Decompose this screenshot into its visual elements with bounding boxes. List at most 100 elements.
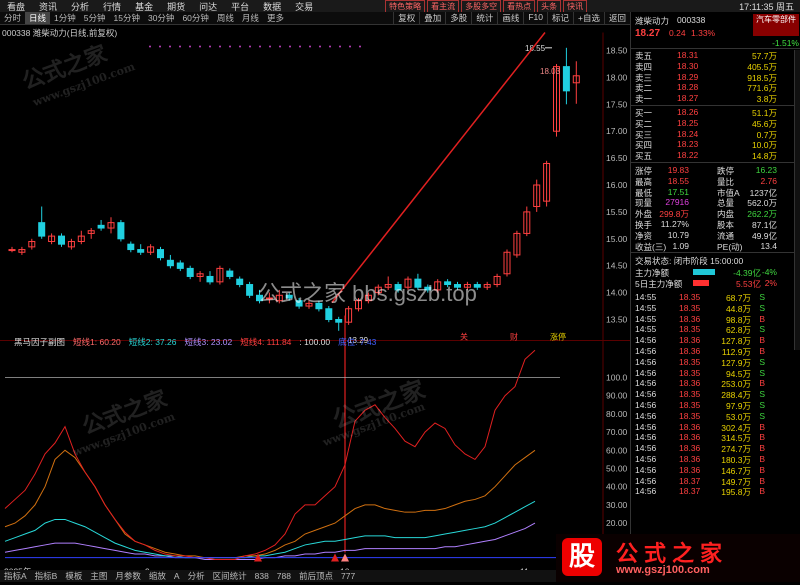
chart-tool-8[interactable]: 返回 <box>603 12 630 24</box>
tick-time: 14:56 <box>635 378 657 389</box>
clock: 17:11:35 周五 <box>739 1 794 12</box>
tick-row: 14:56 18.36 112.9万 B <box>631 346 800 357</box>
quote-scrollbar[interactable] <box>794 50 800 350</box>
bottom-item-10[interactable]: 788 <box>273 571 295 581</box>
indicator-value-4: 短线4: 111.84 <box>240 337 292 347</box>
bottom-item-6[interactable]: A <box>170 571 184 581</box>
indicator-axis-label: 50.00 <box>606 464 628 474</box>
tick-side: S <box>759 410 765 421</box>
tick-row: 14:56 18.36 127.8万 B <box>631 335 800 346</box>
bid-label: 买五 <box>635 151 653 162</box>
bid-price: 18.25 <box>677 117 699 128</box>
menu-item-3[interactable]: 行情 <box>96 0 128 13</box>
stat-row: 最低 17.51 市值A 1237亿 <box>631 187 800 198</box>
period-tab-3[interactable]: 5分钟 <box>80 12 110 24</box>
signal-dot <box>329 45 331 48</box>
signal-dot <box>189 45 191 48</box>
sector-pct: -1.51% <box>772 38 799 48</box>
candle-body <box>454 284 461 288</box>
tick-time: 14:56 <box>635 421 657 432</box>
tick-list[interactable]: 14:55 18.35 68.7万 S 14:55 18.35 44.8万 S 14:55 18.… <box>631 292 800 558</box>
candle-body <box>562 66 570 92</box>
chart-tool-4[interactable]: 画线 <box>497 12 523 24</box>
tick-side: B <box>759 464 765 475</box>
chart-tool-0[interactable]: 复权 <box>393 12 419 24</box>
period-tab-7[interactable]: 周线 <box>213 12 238 24</box>
trade-status-text: 交易状态: 闭市阶段 15:00:00 <box>635 256 744 267</box>
period-tab-9[interactable]: 更多 <box>263 12 288 24</box>
chart-tool-2[interactable]: 多股 <box>445 12 471 24</box>
tick-side: B <box>759 313 765 324</box>
ask-price: 18.31 <box>677 50 699 60</box>
menu-chip-4[interactable]: 头条 <box>537 0 562 13</box>
kline-chart[interactable]: 18.50 18.00 17.50 17.00 16.50 16.00 15.50 15.00… <box>0 25 630 585</box>
bottom-item-0[interactable]: 指标A <box>0 570 31 582</box>
tick-side: B <box>759 346 765 356</box>
menu-chip-5[interactable]: 快讯 <box>563 0 588 13</box>
ask-row: 卖四 18.30 405.5万 <box>631 61 800 72</box>
menu-item-0[interactable]: 看盘 <box>0 0 32 13</box>
menu-chip-0[interactable]: 特色策略 <box>385 0 426 13</box>
tick-side: S <box>759 367 765 378</box>
sector-badge[interactable]: 汽车零部件 <box>753 14 799 36</box>
tick-side: B <box>759 475 765 486</box>
bottom-item-11[interactable]: 前后顶点 <box>295 570 337 582</box>
chart-tool-5[interactable]: F10 <box>523 12 547 24</box>
tick-price: 18.36 <box>679 443 701 454</box>
bottom-item-3[interactable]: 主图 <box>86 570 111 582</box>
menu-chip-2[interactable]: 多股多空 <box>461 0 502 13</box>
ask-price: 18.28 <box>677 82 699 93</box>
period-tab-0[interactable]: 分时 <box>0 12 25 24</box>
ask-row: 卖一 18.27 3.8万 <box>631 93 800 104</box>
candle-body <box>8 249 16 252</box>
bid-row: 买五 18.22 14.8万 <box>631 150 800 161</box>
bottom-item-7[interactable]: 分析 <box>184 570 209 582</box>
menu-item-4[interactable]: 基金 <box>128 0 160 13</box>
bottom-item-12[interactable]: 777 <box>337 571 359 581</box>
tick-time: 14:56 <box>635 454 657 464</box>
indicator-value-6: 底位: 7.43 <box>338 337 377 347</box>
menu-chip-3[interactable]: 看热点 <box>503 0 536 13</box>
bottom-item-9[interactable]: 838 <box>251 571 273 581</box>
stat-row: 换手 11.27% 股本 87.1亿 <box>631 219 800 230</box>
signal-dot <box>259 45 261 48</box>
period-tab-1[interactable]: 日线 <box>25 12 51 24</box>
bottom-item-4[interactable]: 月参数 <box>111 570 145 582</box>
period-tab-8[interactable]: 月线 <box>238 12 263 24</box>
menu-item-2[interactable]: 分析 <box>64 0 96 13</box>
menu-item-5[interactable]: 期货 <box>160 0 192 13</box>
menu-item-8[interactable]: 数据 <box>256 0 288 13</box>
menu-item-1[interactable]: 资讯 <box>32 0 64 13</box>
tick-side: B <box>759 486 765 497</box>
signal-dot <box>229 45 231 48</box>
menu-item-9[interactable]: 交易 <box>288 0 320 13</box>
menu-chip-1[interactable]: 看主流 <box>427 0 460 13</box>
tick-time: 14:56 <box>635 410 657 421</box>
tick-time: 14:56 <box>635 486 657 497</box>
tick-row: 14:55 18.35 68.7万 S <box>631 292 800 303</box>
candle-body <box>394 284 402 291</box>
chart-tool-7[interactable]: +自选 <box>573 12 604 24</box>
tick-price: 18.36 <box>679 378 701 389</box>
menu-item-6[interactable]: 问达 <box>192 0 224 13</box>
bottom-item-5[interactable]: 缩放 <box>145 570 170 582</box>
tick-price: 18.35 <box>679 400 701 410</box>
chart-tool-1[interactable]: 叠加 <box>419 12 445 24</box>
tick-volume: 195.8万 <box>721 487 751 498</box>
period-tab-4[interactable]: 15分钟 <box>110 12 144 24</box>
period-tab-5[interactable]: 30分钟 <box>144 12 178 24</box>
bottom-item-2[interactable]: 模板 <box>61 570 86 582</box>
stat-label: 收益(三) <box>635 241 667 252</box>
price-pct: 1.33% <box>691 28 716 38</box>
bottom-item-1[interactable]: 指标B <box>31 570 62 582</box>
indicator-axis-label: 40.00 <box>606 482 628 492</box>
chart-tool-3[interactable]: 统计 <box>471 12 497 24</box>
divider <box>631 48 800 49</box>
chart-tool-6[interactable]: 标记 <box>547 12 573 24</box>
price-axis-label: 18.50 <box>606 46 628 56</box>
period-tab-6[interactable]: 60分钟 <box>178 12 212 24</box>
tick-side: S <box>759 356 765 367</box>
menu-item-7[interactable]: 平台 <box>224 0 256 13</box>
period-tab-2[interactable]: 1分钟 <box>50 12 80 24</box>
bottom-item-8[interactable]: 区间统计 <box>209 570 251 582</box>
